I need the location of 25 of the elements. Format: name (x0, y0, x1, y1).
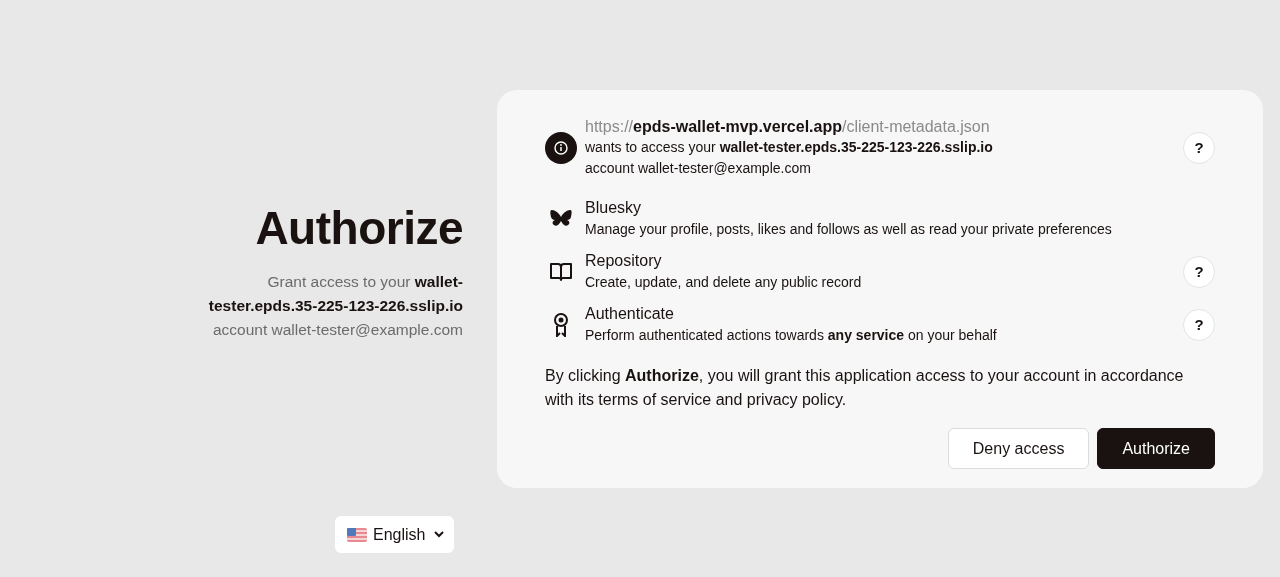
flag-icon (347, 527, 367, 542)
page-title: Authorize (255, 201, 463, 256)
authorize-button[interactable]: Authorize (1097, 428, 1215, 469)
info-icon (545, 131, 577, 164)
consent-notice: By clicking Authorize, you will grant this application access to your account in accordance with its terms of service and privacy policy. (545, 367, 1184, 408)
language-select[interactable]: English (335, 516, 454, 553)
account-text: account wallet-tester@example.com (212, 320, 463, 340)
help-button[interactable]: ? (1183, 308, 1215, 341)
award-icon (553, 312, 569, 337)
permission-title: Bluesky (585, 198, 643, 218)
client-url: https://epds-wallet-mvp.vercel.app/client-metadata.json (585, 118, 990, 135)
account-text: account wallet-tester@example.com (585, 159, 812, 178)
permission-description: Manage your profile, posts, likes and follows as well as read your private preferences (585, 221, 1112, 237)
grant-description: Grant access to your wallet-tester.epds.35-225-123-226.sslip.io (208, 273, 463, 314)
deny-button[interactable]: Deny access (947, 428, 1090, 469)
permission-title: Authenticate (585, 304, 675, 324)
access-text: wants to access your wallet-tester.epds.35-225-123-226.sslip.io (585, 139, 993, 155)
butterfly-icon (550, 208, 572, 229)
permission-title: Repository (585, 251, 663, 271)
help-button[interactable]: ? (1183, 255, 1215, 288)
book-icon (549, 261, 573, 282)
permission-description: Create, update, and delete any public record (585, 274, 862, 290)
permission-description: Perform authenticated actions towards any service on your behalf (585, 327, 997, 343)
help-button[interactable]: ? (1183, 131, 1215, 164)
chevron-down-icon (434, 531, 444, 538)
